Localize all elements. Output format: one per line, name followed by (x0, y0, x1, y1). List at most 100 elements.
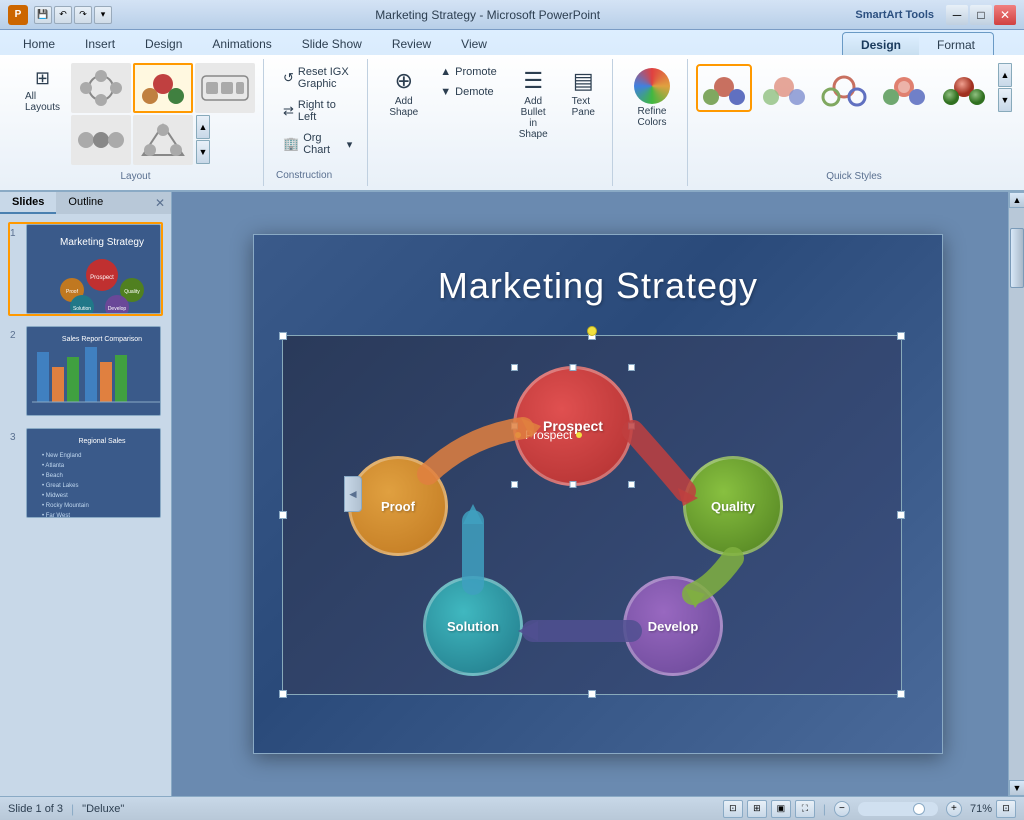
layout-scroll-up[interactable]: ▲ (196, 115, 210, 139)
prospect-handle-bm[interactable] (570, 481, 577, 488)
undo-qa-btn[interactable]: ↶ (54, 6, 72, 24)
prospect-label: Prospect (515, 428, 582, 442)
quick-access-toolbar: 💾 ↶ ↷ ▾ (34, 6, 112, 24)
org-icon: 🏢 (283, 136, 299, 152)
svg-text:• Far West: • Far West (42, 513, 70, 518)
layout-thumb-5[interactable] (133, 115, 193, 165)
reset-igx-button[interactable]: ↺ Reset IGX Graphic (276, 63, 359, 93)
view-slide-sorter-btn[interactable]: ⊞ (747, 800, 767, 818)
save-qa-btn[interactable]: 💾 (34, 6, 52, 24)
style-thumb-4[interactable] (876, 64, 932, 112)
style-thumb-1[interactable] (696, 64, 752, 112)
style-thumb-2[interactable] (756, 64, 812, 112)
prospect-handle-tl[interactable] (511, 364, 518, 371)
smartart-diagram[interactable]: Prospect Prospect (282, 335, 902, 695)
slide-thumb-1[interactable]: 1 Marketing Strategy Prospect Proof Qual… (8, 222, 163, 316)
slide-thumb-3[interactable]: 3 Regional Sales • New England • Atlanta… (8, 426, 163, 520)
tab-view[interactable]: View (446, 32, 502, 55)
construction-group-label: Construction (276, 166, 359, 181)
circle-solution[interactable]: Solution (423, 576, 523, 676)
view-fullscreen-btn[interactable]: ⛶ (795, 800, 815, 818)
zoom-out-btn[interactable]: − (834, 801, 850, 817)
zoom-slider[interactable] (858, 802, 938, 816)
slides-panel-close[interactable]: ✕ (149, 192, 171, 214)
style-thumb-3[interactable] (816, 64, 872, 112)
title-bar: P 💾 ↶ ↷ ▾ Marketing Strategy - Microsoft… (0, 0, 1024, 30)
scroll-down-btn[interactable]: ▼ (1009, 780, 1024, 796)
tab-review[interactable]: Review (377, 32, 446, 55)
prospect-handle-tr[interactable] (628, 364, 635, 371)
circle-prospect[interactable]: Prospect (513, 366, 633, 486)
close-button[interactable]: ✕ (994, 5, 1016, 25)
tab-animations[interactable]: Animations (197, 32, 286, 55)
handle-mr[interactable] (897, 511, 905, 519)
minimize-button[interactable]: ─ (946, 5, 968, 25)
scroll-up-btn[interactable]: ▲ (1009, 192, 1024, 208)
layout-thumb-2[interactable] (133, 63, 193, 113)
tab-design[interactable]: Design (130, 32, 197, 55)
org-chart-button[interactable]: 🏢 Org Chart ▾ (276, 129, 359, 159)
view-reading-btn[interactable]: ▣ (771, 800, 791, 818)
handle-bl[interactable] (279, 690, 287, 698)
handle-ml[interactable] (279, 511, 287, 519)
style-scroll-up[interactable]: ▲ (998, 63, 1012, 87)
tab-outline[interactable]: Outline (56, 192, 115, 214)
top-anchor[interactable] (587, 326, 597, 336)
style-scroll-down[interactable]: ▼ (998, 88, 1012, 112)
promote-button[interactable]: ▲ Promote (433, 63, 503, 81)
slide-number-1: 1 (10, 228, 22, 239)
slide-thumb-2[interactable]: 2 Sales Report Comparison (8, 324, 163, 418)
tab-slideshow[interactable]: Slide Show (287, 32, 377, 55)
redo-qa-btn[interactable]: ↷ (74, 6, 92, 24)
handle-bm[interactable] (588, 690, 596, 698)
layout-thumb-1[interactable] (71, 63, 131, 113)
zoom-level: 71% (970, 803, 992, 815)
prospect-handle-br[interactable] (628, 481, 635, 488)
handle-tl[interactable] (279, 332, 287, 340)
text-pane-icon: ▤ (573, 68, 594, 94)
prospect-handle-tm[interactable] (570, 364, 577, 371)
style-thumb-5[interactable] (936, 64, 992, 112)
circle-develop[interactable]: Develop (623, 576, 723, 676)
canvas-area[interactable]: Marketing Strategy Prospect (172, 192, 1024, 796)
tab-smartart-format[interactable]: Format (919, 35, 993, 55)
scroll-thumb[interactable] (1010, 228, 1024, 288)
refine-colors-button[interactable]: RefineColors (625, 63, 679, 133)
svg-text:Develop: Develop (108, 306, 127, 312)
zoom-in-btn[interactable]: + (946, 801, 962, 817)
layout-scroll-down[interactable]: ▼ (196, 140, 210, 164)
all-layouts-button[interactable]: ⊞ All Layouts (16, 63, 69, 118)
text-pane-button[interactable]: ▤ Text Pane (563, 63, 604, 123)
slides-tab-bar: Slides Outline ✕ (0, 192, 171, 214)
prospect-handle-bl[interactable] (511, 481, 518, 488)
prospect-handle-mr[interactable] (628, 423, 635, 430)
add-shape-button[interactable]: ⊕ AddShape (380, 63, 427, 123)
demote-button[interactable]: ▼ Demote (433, 83, 503, 101)
view-normal-btn[interactable]: ⊡ (723, 800, 743, 818)
zoom-slider-thumb[interactable] (913, 803, 925, 815)
right-to-left-button[interactable]: ⇄ Right to Left (276, 96, 359, 126)
ribbon-group-construction: ↺ Reset IGX Graphic ⇄ Right to Left 🏢 Or… (268, 59, 368, 186)
handle-tr[interactable] (897, 332, 905, 340)
svg-text:Regional Sales: Regional Sales (78, 438, 126, 445)
svg-text:Quality: Quality (124, 289, 140, 295)
layout-thumb-4[interactable] (71, 115, 131, 165)
tab-smartart-design[interactable]: Design (843, 35, 919, 55)
handle-br[interactable] (897, 690, 905, 698)
maximize-button[interactable]: □ (970, 5, 992, 25)
window-title: Marketing Strategy - Microsoft PowerPoin… (120, 8, 855, 22)
panel-collapse-btn[interactable]: ◄ (344, 476, 362, 512)
fit-window-btn[interactable]: ⊡ (996, 800, 1016, 818)
dropdown-qa-btn[interactable]: ▾ (94, 6, 112, 24)
tab-insert[interactable]: Insert (70, 32, 130, 55)
layout-thumb-3[interactable] (195, 63, 255, 113)
tab-home[interactable]: Home (8, 32, 70, 55)
add-bullet-button[interactable]: ☰ Add Bulletin Shape (510, 63, 557, 145)
layouts-icon: ⊞ (35, 68, 50, 89)
tab-slides[interactable]: Slides (0, 192, 56, 214)
scroll-track[interactable] (1009, 208, 1024, 780)
circle-quality[interactable]: Quality (683, 456, 783, 556)
rtl-icon: ⇄ (283, 103, 294, 119)
circle-proof[interactable]: Proof (348, 456, 448, 556)
vertical-scrollbar[interactable]: ▲ ▼ (1008, 192, 1024, 796)
